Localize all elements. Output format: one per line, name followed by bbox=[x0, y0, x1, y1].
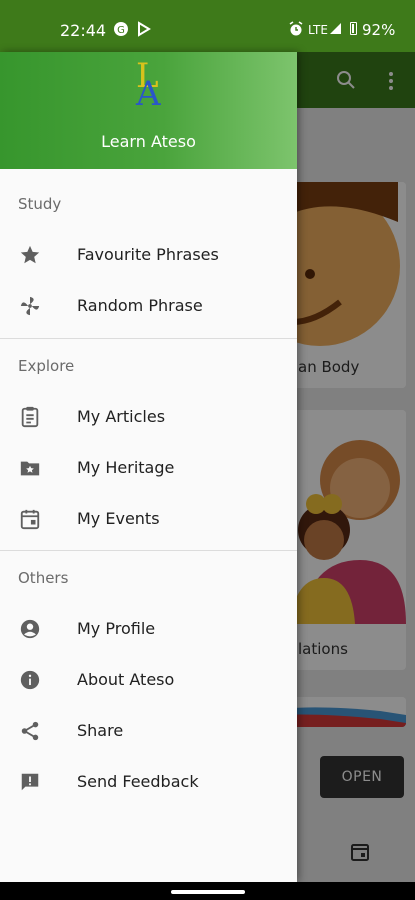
drawer-header: L A Learn Ateso bbox=[0, 52, 297, 169]
nav-item-random-phrase[interactable]: Random Phrase bbox=[0, 281, 297, 331]
status-time: 22:44 bbox=[60, 21, 107, 40]
play-store-icon bbox=[137, 21, 151, 37]
battery-icon bbox=[350, 22, 357, 35]
nav-item-favourite-phrases[interactable]: Favourite Phrases bbox=[0, 230, 297, 280]
app-name: Learn Ateso bbox=[101, 132, 196, 151]
calendar-icon bbox=[19, 508, 41, 530]
nav-item-label: Favourite Phrases bbox=[77, 245, 219, 264]
folder-star-icon bbox=[19, 457, 41, 479]
signal-icon bbox=[330, 23, 341, 34]
feedback-icon bbox=[19, 771, 41, 793]
nav-item-label: About Ateso bbox=[77, 670, 175, 689]
nav-item-label: My Profile bbox=[77, 619, 156, 638]
account-circle-icon bbox=[19, 618, 41, 640]
status-bar: 22:44 G LTE 92% bbox=[0, 0, 415, 52]
nav-item-label: Share bbox=[77, 721, 124, 740]
navigation-drawer: L A Learn Ateso Study Favourite Phrases … bbox=[0, 52, 297, 882]
nav-item-my-profile[interactable]: My Profile bbox=[0, 604, 297, 654]
alarm-icon bbox=[288, 21, 304, 37]
nav-item-my-heritage[interactable]: My Heritage bbox=[0, 443, 297, 493]
network-type: LTE bbox=[308, 23, 328, 37]
share-icon bbox=[19, 720, 41, 742]
pinwheel-icon bbox=[19, 295, 41, 317]
app-notification-icon: G bbox=[113, 21, 129, 37]
battery-percent: 92% bbox=[362, 21, 396, 39]
nav-item-about-ateso[interactable]: About Ateso bbox=[0, 655, 297, 705]
home-gesture-handle[interactable] bbox=[171, 890, 245, 894]
svg-text:G: G bbox=[117, 25, 125, 36]
section-title-explore: Explore bbox=[18, 357, 75, 375]
divider bbox=[0, 550, 297, 551]
star-icon bbox=[19, 244, 41, 266]
nav-item-label: Random Phrase bbox=[77, 296, 203, 315]
system-navigation-bar bbox=[0, 882, 415, 900]
nav-item-my-articles[interactable]: My Articles bbox=[0, 392, 297, 442]
nav-item-label: Send Feedback bbox=[77, 772, 199, 791]
nav-item-my-events[interactable]: My Events bbox=[0, 494, 297, 544]
clipboard-icon bbox=[19, 406, 41, 428]
nav-item-send-feedback[interactable]: Send Feedback bbox=[0, 757, 297, 807]
nav-item-label: My Events bbox=[77, 509, 160, 528]
nav-item-label: My Heritage bbox=[77, 458, 175, 477]
section-title-others: Others bbox=[18, 569, 69, 587]
info-icon bbox=[19, 669, 41, 691]
nav-item-label: My Articles bbox=[77, 407, 166, 426]
app-logo: L A bbox=[136, 56, 161, 114]
nav-item-share[interactable]: Share bbox=[0, 706, 297, 756]
divider bbox=[0, 338, 297, 339]
section-title-study: Study bbox=[18, 195, 62, 213]
